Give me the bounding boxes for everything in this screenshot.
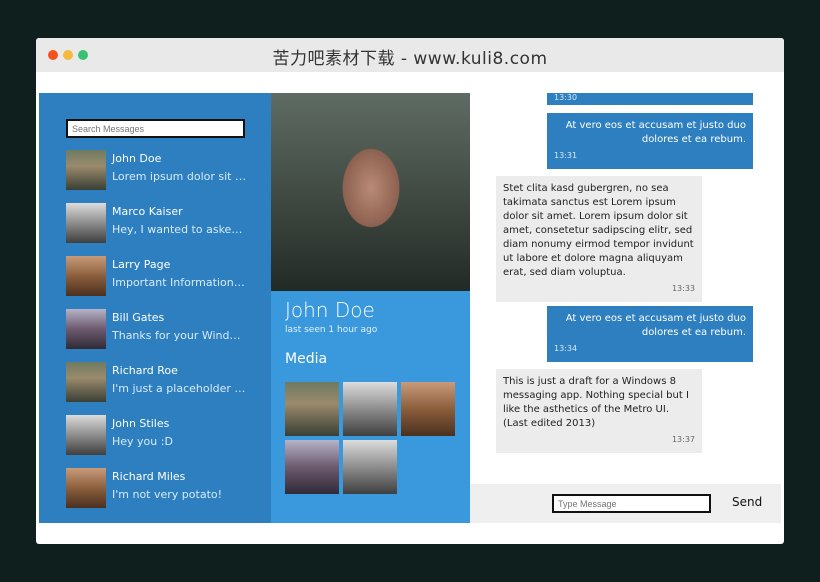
contact-name: Marco Kaiser <box>112 205 183 218</box>
send-button[interactable]: Send <box>732 495 762 509</box>
last-seen-status: last seen 1 hour ago <box>285 325 378 335</box>
contact-list-item[interactable]: Marco Kaiser Hey, I wanted to asked yo..… <box>66 203 266 245</box>
avatar <box>66 256 106 296</box>
contact-list-item[interactable]: Larry Page Important Information: W... <box>66 256 266 298</box>
contact-name: Larry Page <box>112 258 171 271</box>
contact-name: Richard Roe <box>112 364 178 377</box>
contact-list-item[interactable]: John Stiles Hey you :D <box>66 415 266 457</box>
contacts-panel: John Doe Lorem ipsum dolor sit am... Mar… <box>39 93 271 523</box>
message-text: At vero eos et accusam et justo duo dolo… <box>565 120 746 145</box>
chat-area: 13:30 At vero eos et accusam et justo du… <box>470 93 781 523</box>
contact-name: John Doe <box>112 152 162 165</box>
media-thumbnail[interactable] <box>401 382 455 436</box>
message-bubble-incoming: This is just a draft for a Windows 8 mes… <box>496 369 702 453</box>
contact-preview: I'm just a placeholder text <box>112 382 247 395</box>
message-text: This is just a draft for a Windows 8 mes… <box>503 376 689 429</box>
avatar <box>66 150 106 190</box>
media-heading: Media <box>285 351 328 367</box>
message-time: 13:33 <box>671 284 695 293</box>
contact-preview: Hey, I wanted to asked yo... <box>112 223 247 236</box>
message-time: 13:31 <box>554 151 578 160</box>
contact-list-item[interactable]: John Doe Lorem ipsum dolor sit am... <box>66 150 266 192</box>
messaging-app: John Doe Lorem ipsum dolor sit am... Mar… <box>39 93 781 523</box>
contact-name: Richard Miles <box>112 470 186 483</box>
profile-panel: John Doe last seen 1 hour ago Media <box>271 93 470 523</box>
message-text: At vero eos et accusam et justo duo dolo… <box>565 313 746 338</box>
message-bubble-outgoing: At vero eos et accusam et justo duo dolo… <box>547 306 753 362</box>
media-thumbnail[interactable] <box>285 440 339 494</box>
avatar <box>66 203 106 243</box>
contact-name: John Stiles <box>112 417 170 430</box>
title-bar: 苦力吧素材下载 - www.kuli8.com <box>36 38 784 72</box>
message-time: 13:37 <box>671 435 695 444</box>
contact-name: Bill Gates <box>112 311 165 324</box>
avatar <box>66 309 106 349</box>
media-thumbnail[interactable] <box>343 440 397 494</box>
avatar <box>66 415 106 455</box>
message-bubble-outgoing: At vero eos et accusam et justo duo dolo… <box>547 113 753 169</box>
message-composer: Send <box>470 484 781 523</box>
message-input[interactable] <box>552 494 711 513</box>
media-thumbnail[interactable] <box>343 382 397 436</box>
contact-list-item[interactable]: Richard Miles I'm not very potato! <box>66 468 266 510</box>
media-thumbnail[interactable] <box>285 382 339 436</box>
contact-list-item[interactable]: Bill Gates Thanks for your Windows ... <box>66 309 266 351</box>
message-bubble-outgoing: 13:30 <box>547 93 753 105</box>
profile-photo <box>271 93 470 291</box>
avatar <box>66 468 106 508</box>
contact-preview: Hey you :D <box>112 435 173 448</box>
message-text: Stet clita kasd gubergren, no sea takima… <box>503 183 694 278</box>
browser-window: 苦力吧素材下载 - www.kuli8.com John Doe Lorem i… <box>36 38 784 544</box>
avatar <box>66 362 106 402</box>
search-messages-input[interactable] <box>66 119 245 138</box>
message-bubble-incoming: Stet clita kasd gubergren, no sea takima… <box>496 176 702 302</box>
profile-name: John Doe <box>285 298 375 322</box>
message-time: 13:34 <box>554 344 578 353</box>
contact-list-item[interactable]: Richard Roe I'm just a placeholder text <box>66 362 266 404</box>
message-time: 13:30 <box>554 93 578 102</box>
contact-preview: Lorem ipsum dolor sit am... <box>112 170 247 183</box>
contact-preview: Important Information: W... <box>112 276 247 289</box>
contact-preview: Thanks for your Windows ... <box>112 329 247 342</box>
window-title: 苦力吧素材下载 - www.kuli8.com <box>272 49 548 69</box>
contact-preview: I'm not very potato! <box>112 488 223 501</box>
